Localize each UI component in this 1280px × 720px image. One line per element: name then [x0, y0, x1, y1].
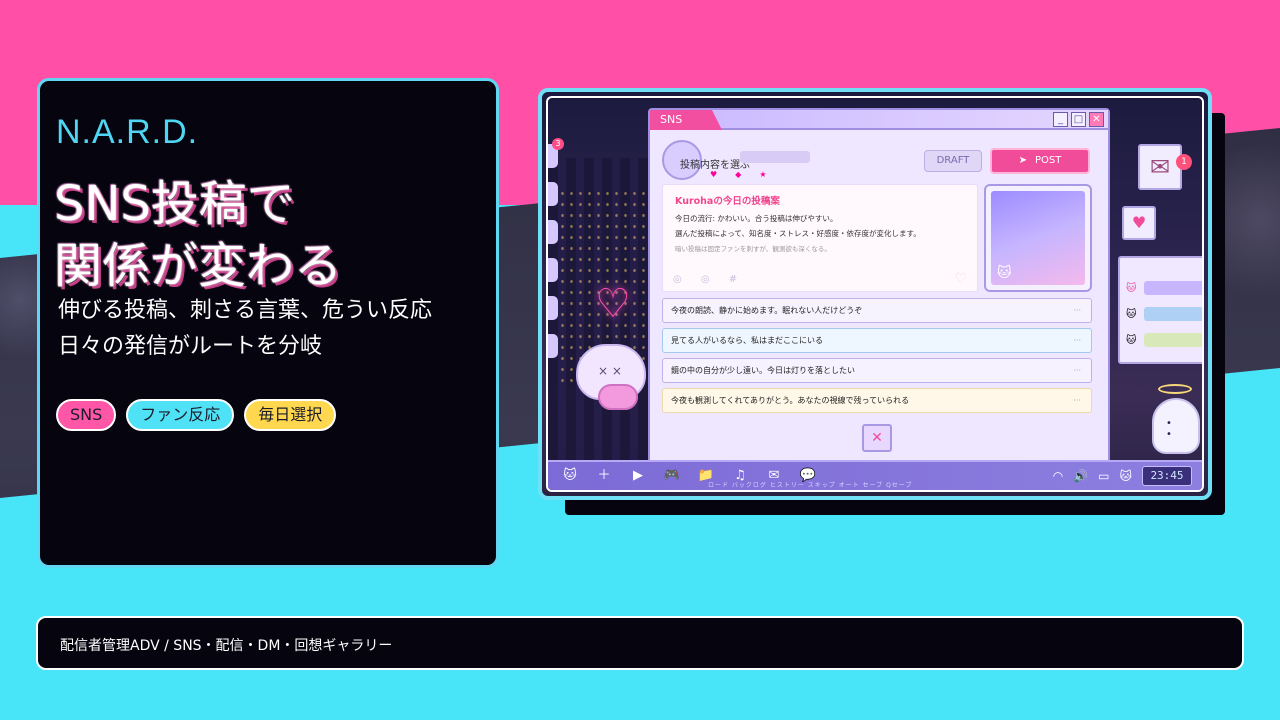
battery-icon: ▭ — [1098, 469, 1110, 483]
post-option-list: 今夜の朗読、静かに始めます。眠れない人だけどうぞ ··· 見てる人がいるなら、私は… — [662, 298, 1092, 413]
clock: 23:45 — [1142, 466, 1192, 486]
chat-bar — [1144, 281, 1202, 295]
taskbar-menu-labels[interactable]: ロード バックログ ヒストリー スキップ オート セーブ Qセーブ — [708, 480, 912, 489]
more-icon[interactable]: ··· — [1073, 389, 1081, 412]
draft-tool-icons[interactable]: ◎ ◎ # — [673, 274, 745, 285]
cat-icon: 🐱 — [1126, 282, 1137, 294]
dismiss-button[interactable]: ✕ — [862, 424, 892, 452]
post-option[interactable]: 見てる人がいるなら、私はまだここにいる ··· — [662, 328, 1092, 353]
post-option-text: 今夜の朗読、静かに始めます。眠れない人だけどうぞ — [671, 306, 863, 315]
heart-icon[interactable]: ♡ — [954, 271, 967, 287]
post-option[interactable]: 鏡の中の自分が少し遠い。今日は灯りを落としたい ··· — [662, 358, 1092, 383]
mail-badge: 1 — [1176, 154, 1192, 170]
more-icon[interactable]: ··· — [1073, 299, 1081, 322]
ghost-mascot: • • — [1152, 398, 1200, 454]
cat-icon: 🐱 — [1126, 334, 1137, 346]
tag-sns: SNS — [56, 399, 117, 431]
taskbar-system-tray: ◠ 🔊 ▭ 🐱 23:45 — [1053, 466, 1192, 486]
feature-headline: SNS投稿で 関係が変わる — [54, 176, 343, 294]
compose-progress-bar — [740, 151, 810, 163]
draft-line: 選んだ投稿によって、知名度・ストレス・好感度・依存度が変化します。 — [675, 229, 921, 238]
plus-icon[interactable]: ＋ — [592, 466, 616, 486]
more-icon[interactable]: ··· — [1073, 329, 1081, 352]
chat-bar — [1144, 333, 1202, 347]
draft-line: 暗い投稿は固定ファンを刺すが、観測欲も深くなる。 — [675, 245, 831, 253]
speaker-icon[interactable]: 🔊 — [1073, 469, 1088, 483]
draft-card: Kurohaの今日の投稿案 今日の流行: かわいい。合う投稿は伸びやすい。 選ん… — [662, 184, 978, 292]
pink-plush-illustration — [598, 384, 638, 410]
minimize-button[interactable]: _ — [1053, 112, 1068, 127]
close-window-button[interactable]: ✕ — [1089, 112, 1104, 127]
maximize-button[interactable]: □ — [1071, 112, 1086, 127]
side-app-icon[interactable]: 3 — [548, 138, 564, 168]
post-option-text: 鏡の中の自分が少し遠い。今日は灯りを落としたい — [671, 366, 855, 375]
tag-fan-reaction: ファン反応 — [126, 399, 235, 431]
window-controls: _ □ ✕ — [1053, 112, 1104, 127]
caption-text: 配信者管理ADV / SNS・配信・DM・回想ギャラリー — [60, 638, 393, 654]
draft-line: 今日の流行: かわいい。合う投稿は伸びやすい。 — [675, 214, 838, 223]
cat-icon: 🐱 — [1126, 308, 1137, 320]
draft-title: Kurohaの今日の投稿案 — [675, 196, 780, 207]
sns-tab: SNS — [650, 110, 722, 130]
halo-illustration — [1158, 384, 1192, 394]
wifi-icon[interactable]: ◠ — [1053, 469, 1063, 483]
brand-title: N.A.R.D. — [56, 113, 199, 151]
cat-icon[interactable]: 🐱 — [1119, 469, 1132, 483]
game-screenshot: 3 ♡ × × SNS _ □ ✕ 投稿内容を選ぶ ♥◆★ DRAFT ➤ PO… — [538, 88, 1212, 500]
image-preview[interactable]: 🐱 — [984, 184, 1092, 292]
post-option[interactable]: 今夜の朗読、静かに始めます。眠れない人だけどうぞ ··· — [662, 298, 1092, 323]
side-app-icon[interactable] — [548, 220, 558, 244]
chat-bar — [1144, 307, 1202, 321]
post-option-text: 見てる人がいるなら、私はまだここにいる — [671, 336, 823, 345]
cat-icon[interactable]: 🐱 — [558, 466, 582, 486]
mail-icon[interactable]: ✉ — [1138, 144, 1182, 190]
side-app-icon[interactable] — [548, 334, 558, 358]
chat-row: 🐱 — [1126, 332, 1202, 348]
sns-titlebar: SNS _ □ ✕ — [650, 110, 1108, 130]
feature-subcopy: 伸びる投稿、刺さる言葉、危うい反応 日々の発信がルートを分岐 — [58, 298, 433, 359]
side-app-icon[interactable] — [548, 296, 558, 320]
screenshot-inner-frame: 3 ♡ × × SNS _ □ ✕ 投稿内容を選ぶ ♥◆★ DRAFT ➤ PO… — [546, 96, 1204, 492]
side-app-icon[interactable] — [548, 258, 558, 282]
post-option-text: 今夜も観測してくれてありがとう。あなたの視線で残っていられる — [671, 396, 910, 405]
chat-row: 🐱 — [1126, 306, 1202, 322]
chat-widget[interactable]: 🐱 🐱 🐱 — [1118, 256, 1202, 364]
post-option[interactable]: 今夜も観測してくれてありがとう。あなたの視線で残っていられる ··· — [662, 388, 1092, 413]
notification-badge: 3 — [552, 138, 564, 150]
taskbar: 🐱 ＋ ▶ 🎮 📁 ♫ ✉ 💬 ロード バックログ ヒストリー スキップ オート… — [548, 460, 1202, 490]
ghost-eyes: • • — [1166, 418, 1178, 440]
heart-icon[interactable]: ♥ — [1122, 206, 1156, 240]
side-icon-strip: 3 — [548, 138, 564, 358]
gamepad-icon[interactable]: 🎮 — [660, 466, 684, 486]
feature-info-card: N.A.R.D. SNS投稿で 関係が変わる 伸びる投稿、刺さる言葉、危うい反応… — [37, 78, 499, 568]
chat-row: 🐱 — [1126, 280, 1202, 296]
feature-tags: SNS ファン反応 毎日選択 — [56, 399, 337, 431]
sns-window: SNS _ □ ✕ 投稿内容を選ぶ ♥◆★ DRAFT ➤ POST Kuroha… — [648, 108, 1110, 464]
post-button-label: POST — [1035, 155, 1062, 166]
draft-button[interactable]: DRAFT — [924, 150, 982, 172]
more-icon[interactable]: ··· — [1073, 359, 1081, 382]
side-app-icon[interactable] — [548, 182, 558, 206]
preview-image: 🐱 — [991, 191, 1085, 285]
play-icon[interactable]: ▶ — [626, 466, 650, 486]
cat-face-icon: × × — [598, 364, 622, 378]
cat-icon: 🐱 — [997, 265, 1012, 281]
paper-plane-icon: ➤ — [1018, 155, 1028, 166]
caption-bar: 配信者管理ADV / SNS・配信・DM・回想ギャラリー — [36, 616, 1244, 670]
post-button[interactable]: ➤ POST — [990, 148, 1090, 174]
tag-daily-choice: 毎日選択 — [244, 399, 337, 431]
mood-star-icons: ♥◆★ — [710, 170, 785, 179]
neon-heart-icon: ♡ — [595, 281, 631, 327]
